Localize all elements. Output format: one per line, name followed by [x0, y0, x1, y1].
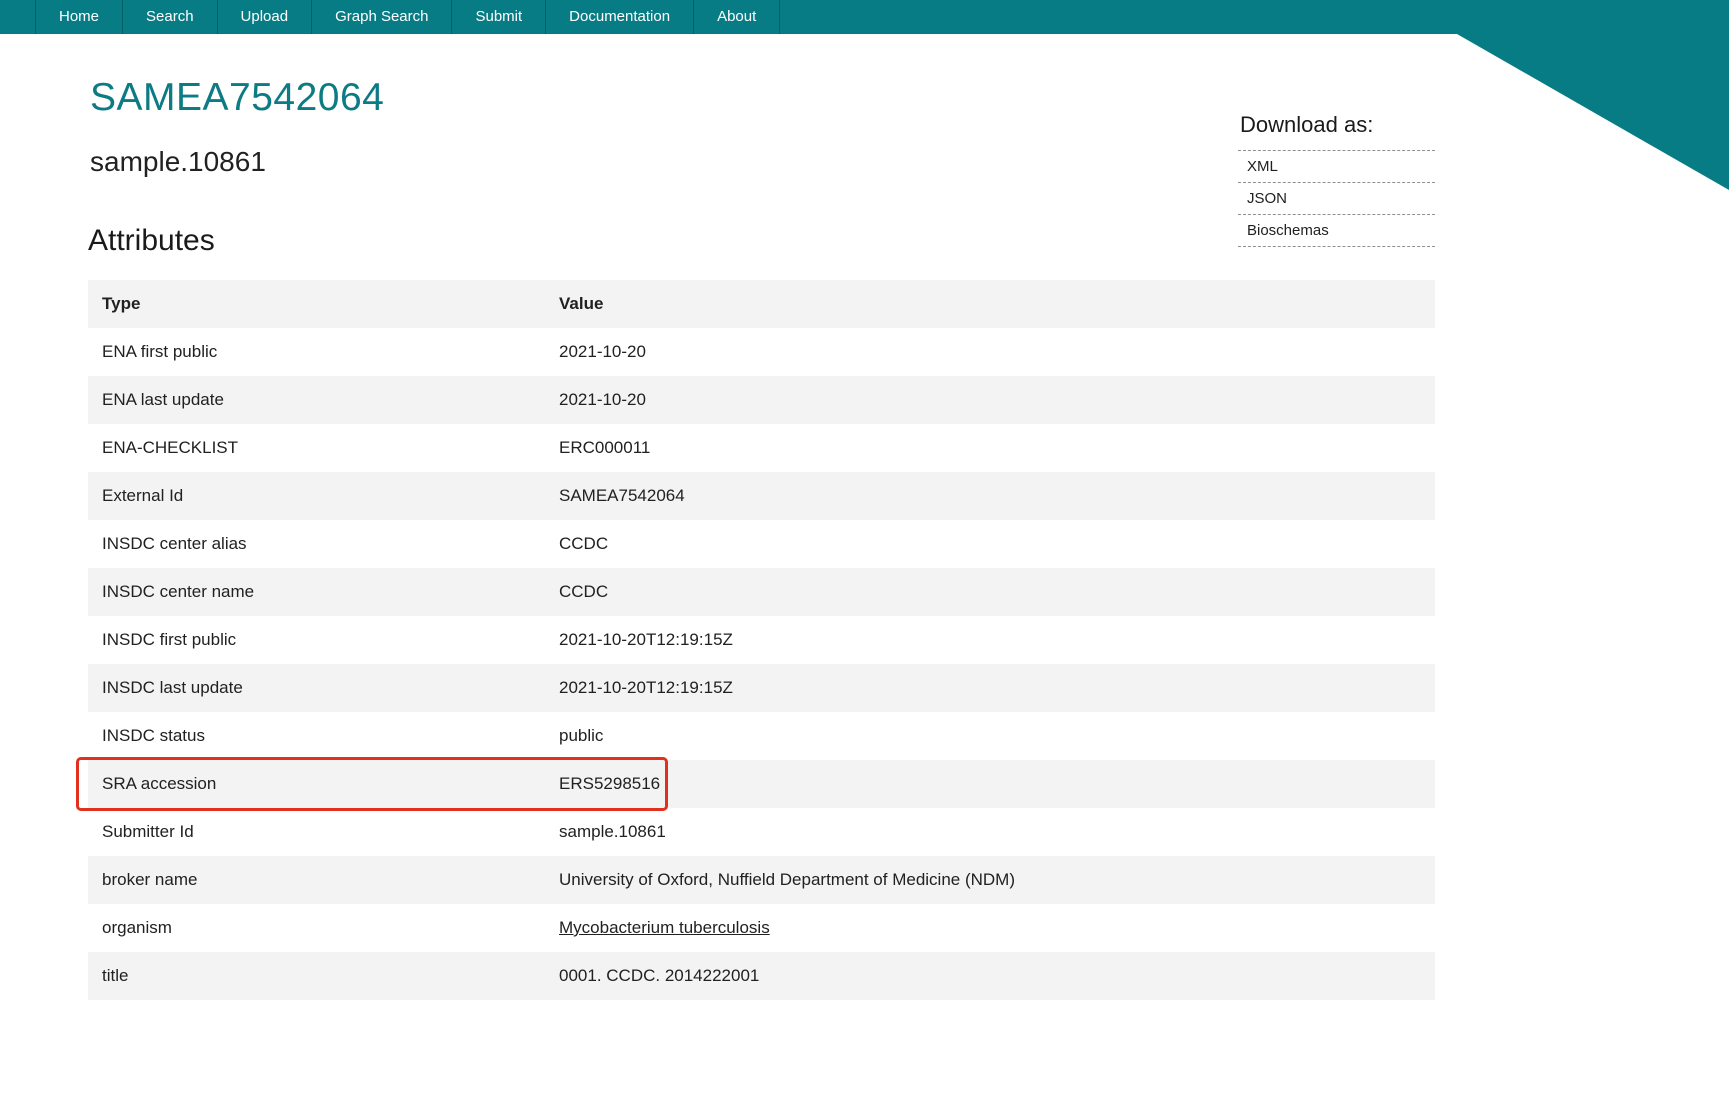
download-option-bioschemas[interactable]: Bioschemas — [1238, 215, 1435, 247]
attribute-type: ENA last update — [102, 390, 224, 409]
download-options: XML JSON Bioschemas — [1238, 150, 1435, 247]
attribute-value: 2021-10-20T12:19:15Z — [559, 678, 733, 697]
table-row: ENA last update 2021-10-20 — [88, 376, 1435, 424]
download-as-label: Download as: — [1240, 112, 1374, 137]
attribute-type: SRA accession — [102, 774, 217, 793]
attributes-heading: Attributes — [88, 224, 215, 257]
attribute-value: 2021-10-20T12:19:15Z — [559, 630, 733, 649]
attribute-type: broker name — [102, 870, 198, 889]
corner-wedge-decoration — [1457, 34, 1729, 190]
attribute-type: Submitter Id — [102, 822, 194, 841]
top-navbar: Home Search Upload Graph Search Submit Docume… — [0, 0, 1729, 34]
attribute-type: INSDC center alias — [102, 534, 247, 553]
nav-item-documentation[interactable]: Documentation — [546, 0, 695, 34]
page-title: SAMEA7542064 — [90, 76, 385, 119]
attribute-value: public — [559, 726, 604, 745]
table-row: External Id SAMEA7542064 — [88, 472, 1435, 520]
download-option-xml[interactable]: XML — [1238, 150, 1435, 183]
table-row: INSDC last update 2021-10-20T12:19:15Z — [88, 664, 1435, 712]
nav-item-search[interactable]: Search — [123, 0, 218, 34]
attribute-type: INSDC last update — [102, 678, 243, 697]
attribute-value: CCDC — [559, 582, 609, 601]
download-option-json[interactable]: JSON — [1238, 183, 1435, 215]
column-header-value: Value — [559, 294, 604, 313]
attributes-table: Type Value ENA first public 2021-10-20 ENA… — [76, 280, 1435, 1000]
nav-item-home[interactable]: Home — [35, 0, 124, 34]
attribute-value: sample.10861 — [559, 822, 666, 841]
table-row: ENA first public 2021-10-20 — [88, 328, 1435, 376]
attribute-type: ENA first public — [102, 342, 218, 361]
organism-link[interactable]: Mycobacterium tuberculosis — [559, 918, 770, 938]
nav-item-about[interactable]: About — [694, 0, 781, 34]
nav-item-submit[interactable]: Submit — [452, 0, 547, 34]
attribute-type: organism — [102, 918, 172, 937]
attribute-value: 0001. CCDC. 2014222001 — [559, 966, 760, 985]
main-content: SAMEA7542064 sample.10861 Download as: X… — [76, 76, 1435, 1000]
attribute-value: SAMEA7542064 — [559, 486, 685, 505]
attribute-type: INSDC first public — [102, 630, 237, 649]
attribute-type: External Id — [102, 486, 184, 505]
attribute-value: ERC000011 — [559, 438, 651, 457]
table-row: INSDC status public — [88, 712, 1435, 760]
table-row: broker name University of Oxford, Nuffiel… — [88, 856, 1435, 904]
download-panel: Download as: XML JSON Bioschemas — [1238, 112, 1435, 247]
attribute-value: CCDC — [559, 534, 609, 553]
nav-item-graph-search[interactable]: Graph Search — [312, 0, 453, 34]
table-row: title 0001. CCDC. 2014222001 — [88, 952, 1435, 1000]
attribute-value: University of Oxford, Nuffield Departmen… — [559, 870, 1016, 889]
attribute-type: title — [102, 966, 129, 985]
attribute-type: ENA-CHECKLIST — [102, 438, 239, 457]
attributes-table-body: ENA first public 2021-10-20 ENA last updat… — [76, 328, 1435, 1000]
nav-list: Home Search Upload Graph Search Submit Docume… — [35, 0, 781, 34]
attribute-type: INSDC status — [102, 726, 205, 745]
table-row: INSDC first public 2021-10-20T12:19:15Z — [88, 616, 1435, 664]
table-row: INSDC center name CCDC — [88, 568, 1435, 616]
table-row: Submitter Id sample.10861 — [88, 808, 1435, 856]
sample-name: sample.10861 — [90, 146, 266, 177]
attribute-value: Mycobacterium tuberculosis — [545, 904, 1435, 952]
attribute-value: ERS5298516 — [559, 774, 661, 793]
attribute-value: 2021-10-20 — [559, 390, 646, 409]
nav-item-upload[interactable]: Upload — [218, 0, 313, 34]
attribute-type: INSDC center name — [102, 582, 255, 601]
table-row: organism Mycobacterium tuberculosis — [88, 904, 1435, 952]
attribute-value: 2021-10-20 — [559, 342, 646, 361]
table-header-row: Type Value — [88, 280, 1435, 328]
column-header-type: Type — [102, 294, 141, 313]
table-row: ENA-CHECKLIST ERC000011 — [88, 424, 1435, 472]
table-row: SRA accession ERS5298516 — [76, 757, 1435, 811]
table-row: INSDC center alias CCDC — [88, 520, 1435, 568]
